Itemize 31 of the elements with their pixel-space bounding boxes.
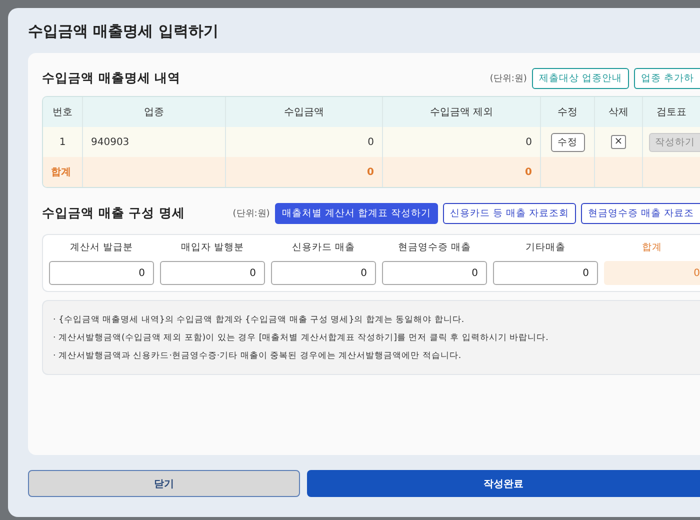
total-label: 합계 [43,157,83,187]
field-label: 계산서 발급분 [68,241,134,254]
field-label: 기타매출 [524,241,566,254]
field-label: 합계 [641,241,663,254]
lookup-button[interactable]: 신용카드 등 매출 자료조회 [442,202,576,224]
delete-button[interactable]: × [611,135,626,149]
total-value: 0 [383,157,541,187]
industry-button[interactable]: 업종 추가하 [634,68,700,88]
unit-label: (단위:원) [490,72,527,84]
dialog-title: 수입금액 매출명세 입력하기 [28,21,218,42]
field-label: 현금영수증 매출 [396,241,472,254]
amount-field[interactable]: 0 [493,261,598,285]
note-text: · 계산서발행금액과 신용카드·현금영수증·기타 매출이 중복된 경우에는 계산서발행금액에만 적습니다. [53,350,462,362]
amount-field[interactable]: 0 [271,261,376,285]
invoice-summary-button[interactable]: 매출처별 계산서 합계표 작성하기 [274,202,438,224]
section-title: 수입금액 매출명세 내역 [42,70,181,86]
amount-field[interactable]: 0 [382,261,487,285]
edit-button[interactable]: 수정 [550,132,584,152]
close-button[interactable]: 닫기 [28,470,300,497]
amount-field[interactable]: 0 [49,261,154,285]
note-text: · {수입금액 매출명세 내역}의 수입금액 합계와 {수입금액 매출 구성 명세}의 합계는 동일해야 합니다. [53,314,466,326]
amount-field[interactable]: 0 [160,261,265,285]
lookup-button[interactable]: 현금영수증 매출 자료조 [580,202,700,224]
total-value: 0 [226,157,383,187]
field-label: 매입자 발행분 [180,241,246,254]
section-title: 수입금액 매출 구성 명세 [42,204,186,222]
complete-button[interactable]: 작성완료 [307,470,700,497]
field-label: 신용카드 매출 [290,241,356,254]
note-text: · 계산서발행금액(수입금액 제외 포함)이 있는 경우 [매출처별 계산서합계표 작성하기]를 먼저 클릭 후 입력하시기 바랍니다. [53,332,550,344]
unit-label: (단위:원) [232,208,270,220]
total-field: 0 [604,261,700,285]
